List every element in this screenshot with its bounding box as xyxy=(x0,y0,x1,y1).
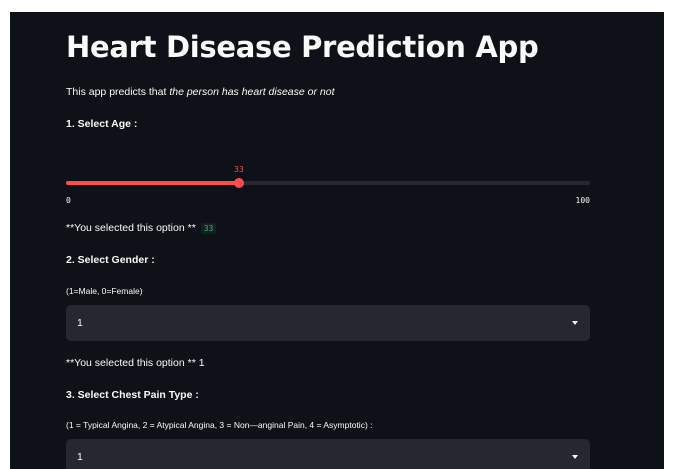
gender-select-value: 1 xyxy=(77,317,83,329)
chest-pain-hint: (1 = Typical Angina, 2 = Atypical Angina… xyxy=(66,420,373,430)
chest-pain-heading: 3. Select Chest Pain Type : xyxy=(66,389,199,401)
chevron-down-icon xyxy=(572,321,578,325)
slider-min-label: 0 xyxy=(66,196,71,205)
slider-value: 33 xyxy=(234,165,244,174)
gender-selected-text: **You selected this option ** 1 xyxy=(66,357,205,369)
chevron-down-icon xyxy=(572,455,578,459)
age-heading: 1. Select Age : xyxy=(66,118,138,130)
page-title: Heart Disease Prediction App xyxy=(66,30,539,64)
slider-thumb[interactable] xyxy=(234,178,244,188)
chest-pain-select-value: 1 xyxy=(77,451,83,463)
gender-heading: 2. Select Gender : xyxy=(66,254,155,266)
age-selected-text: **You selected this option ** 33 xyxy=(66,222,217,234)
gender-hint: (1=Male, 0=Female) xyxy=(66,286,143,296)
intro-emphasis: the person has heart disease or not xyxy=(169,86,335,98)
chest-pain-select[interactable]: 1 xyxy=(66,439,590,469)
intro-prefix: This app predicts that xyxy=(66,86,170,98)
age-slider[interactable]: 33 0 100 xyxy=(66,162,590,210)
app-window: Heart Disease Prediction App This app pr… xyxy=(10,12,664,469)
slider-max-label: 100 xyxy=(575,196,590,205)
age-selected-code: 33 xyxy=(200,223,217,234)
slider-fill xyxy=(66,181,239,185)
gender-select[interactable]: 1 xyxy=(66,305,590,341)
age-selected-prefix: **You selected this option ** xyxy=(66,222,196,234)
intro-text: This app predicts that the person has he… xyxy=(66,86,335,98)
